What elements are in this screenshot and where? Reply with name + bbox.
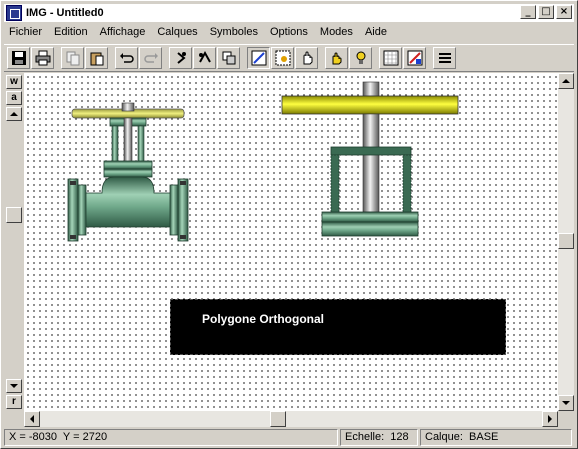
menu-calques[interactable]: Calques xyxy=(151,24,203,41)
status-bar: X = -8030 Y = 2720 Echelle: 128 Calque: … xyxy=(4,429,574,446)
rotate-button[interactable] xyxy=(169,47,192,69)
gate-valve-right[interactable] xyxy=(281,81,459,237)
menu-affichage[interactable]: Affichage xyxy=(94,24,152,41)
redo-icon xyxy=(143,53,158,63)
vertical-scrollbar[interactable] xyxy=(558,73,574,411)
menu-bar: Fichier Edition Affichage Calques Symbol… xyxy=(4,23,574,42)
status-layer: Calque: BASE xyxy=(420,429,572,446)
grab-icon xyxy=(332,52,341,65)
paste-button[interactable] xyxy=(85,47,108,69)
status-scale: Echelle: 128 xyxy=(340,429,418,446)
arrow-down-icon xyxy=(562,401,570,405)
vertical-scroll-thumb[interactable] xyxy=(558,233,574,249)
scroll-right-button[interactable] xyxy=(542,411,558,427)
w-button[interactable]: w xyxy=(6,75,22,89)
group-button[interactable] xyxy=(217,47,240,69)
arrow-right-icon xyxy=(548,415,552,423)
minimize-button[interactable]: _ xyxy=(520,5,536,19)
status-coordinates: X = -8030 Y = 2720 xyxy=(4,429,338,446)
draw-line-button[interactable] xyxy=(247,47,270,69)
select-icon xyxy=(275,50,290,66)
color-icon xyxy=(407,50,422,66)
undo-icon xyxy=(119,53,134,63)
print-button[interactable] xyxy=(31,47,54,69)
scroll-left-button[interactable] xyxy=(24,411,40,427)
left-tool-strip: w a r xyxy=(4,73,22,411)
group-icon xyxy=(222,51,235,65)
arrow-left-icon xyxy=(30,415,34,423)
menu-options[interactable]: Options xyxy=(264,24,314,41)
toolbar xyxy=(4,44,574,72)
drawing-canvas[interactable]: Polygone Orthogonal xyxy=(24,73,558,411)
redo-button[interactable] xyxy=(139,47,162,69)
copy-icon xyxy=(66,51,79,66)
flip-icon xyxy=(198,50,211,63)
polygone-orthogonal-label: Polygone Orthogonal xyxy=(202,312,324,326)
menu-aide[interactable]: Aide xyxy=(359,24,393,41)
color-button[interactable] xyxy=(403,47,426,69)
menu-button[interactable] xyxy=(433,47,456,69)
copy-button[interactable] xyxy=(61,47,84,69)
left-scroll-thumb[interactable] xyxy=(6,207,22,223)
rotate-icon xyxy=(176,52,186,64)
left-scroll-down-button[interactable] xyxy=(6,379,22,393)
horizontal-scrollbar[interactable] xyxy=(24,411,558,427)
r-button[interactable]: r xyxy=(6,395,22,409)
arrow-down-icon xyxy=(10,384,18,388)
maximize-button[interactable]: □ xyxy=(538,5,554,19)
scroll-up-button[interactable] xyxy=(558,73,574,89)
close-button[interactable]: × xyxy=(556,5,572,19)
print-icon xyxy=(35,50,50,66)
app-icon[interactable] xyxy=(6,5,22,21)
grid-button[interactable] xyxy=(379,47,402,69)
flip-button[interactable] xyxy=(193,47,216,69)
polygone-orthogonal-shape[interactable]: Polygone Orthogonal xyxy=(170,299,506,355)
save-button[interactable] xyxy=(7,47,30,69)
grab-button[interactable] xyxy=(325,47,348,69)
light-button[interactable] xyxy=(349,47,372,69)
gate-valve-left[interactable] xyxy=(67,102,189,242)
select-button[interactable] xyxy=(271,47,294,69)
save-icon xyxy=(11,51,26,65)
arrow-up-icon xyxy=(562,79,570,83)
undo-button[interactable] xyxy=(115,47,138,69)
app-window: IMG - Untitled0 _ □ × Fichier Edition Af… xyxy=(0,0,578,449)
horizontal-scroll-thumb[interactable] xyxy=(270,411,286,427)
left-scroll-up-button[interactable] xyxy=(6,107,22,121)
hand-icon xyxy=(303,51,312,65)
a-button[interactable]: a xyxy=(6,91,22,105)
light-icon xyxy=(356,51,365,64)
menu-edition[interactable]: Edition xyxy=(48,24,94,41)
paste-icon xyxy=(90,52,103,66)
arrow-up-icon xyxy=(10,112,18,116)
menu-icon xyxy=(438,53,451,63)
drawing-svg xyxy=(67,81,459,242)
scroll-down-button[interactable] xyxy=(558,395,574,411)
scroll-corner xyxy=(558,411,574,427)
grid-icon xyxy=(383,50,398,66)
hand-button[interactable] xyxy=(295,47,318,69)
title-bar: IMG - Untitled0 _ □ × xyxy=(4,4,574,22)
menu-fichier[interactable]: Fichier xyxy=(4,24,48,41)
window-title: IMG - Untitled0 xyxy=(26,7,104,19)
menu-modes[interactable]: Modes xyxy=(314,24,359,41)
menu-symboles[interactable]: Symboles xyxy=(204,24,264,41)
draw-line-icon xyxy=(251,50,266,66)
